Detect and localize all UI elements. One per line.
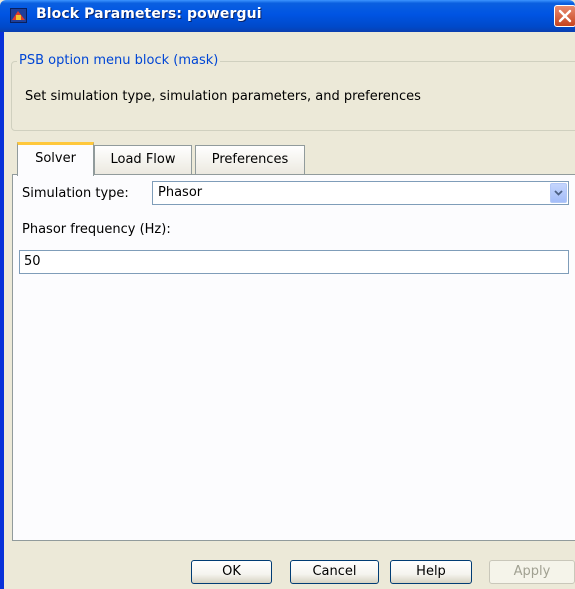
- window-frame-left: [0, 32, 4, 589]
- simulation-type-select[interactable]: Phasor: [152, 181, 569, 205]
- title-bar[interactable]: Block Parameters: powergui: [0, 0, 575, 32]
- dialog-window: Block Parameters: powergui PSB option me…: [0, 0, 575, 589]
- ok-button[interactable]: OK: [191, 560, 272, 584]
- cancel-button[interactable]: Cancel: [290, 560, 379, 584]
- tab-load-flow[interactable]: Load Flow: [94, 145, 192, 174]
- simulink-block-icon: [10, 8, 28, 24]
- phasor-frequency-label: Phasor frequency (Hz):: [22, 222, 171, 237]
- simulation-type-label: Simulation type:: [22, 186, 129, 201]
- phasor-frequency-input[interactable]: 50: [19, 250, 569, 274]
- window-title: Block Parameters: powergui: [36, 6, 262, 22]
- group-legend: PSB option menu block (mask): [17, 53, 221, 68]
- tab-preferences[interactable]: Preferences: [195, 145, 305, 174]
- phasor-frequency-value: 50: [24, 254, 41, 269]
- close-button[interactable]: [554, 5, 575, 27]
- simulation-type-value: Phasor: [158, 185, 203, 200]
- group-description: Set simulation type, simulation paramete…: [25, 89, 421, 104]
- dropdown-arrow-button[interactable]: [550, 183, 567, 203]
- tab-solver[interactable]: Solver: [17, 142, 94, 176]
- help-button[interactable]: Help: [390, 560, 472, 584]
- apply-button: Apply: [489, 560, 575, 584]
